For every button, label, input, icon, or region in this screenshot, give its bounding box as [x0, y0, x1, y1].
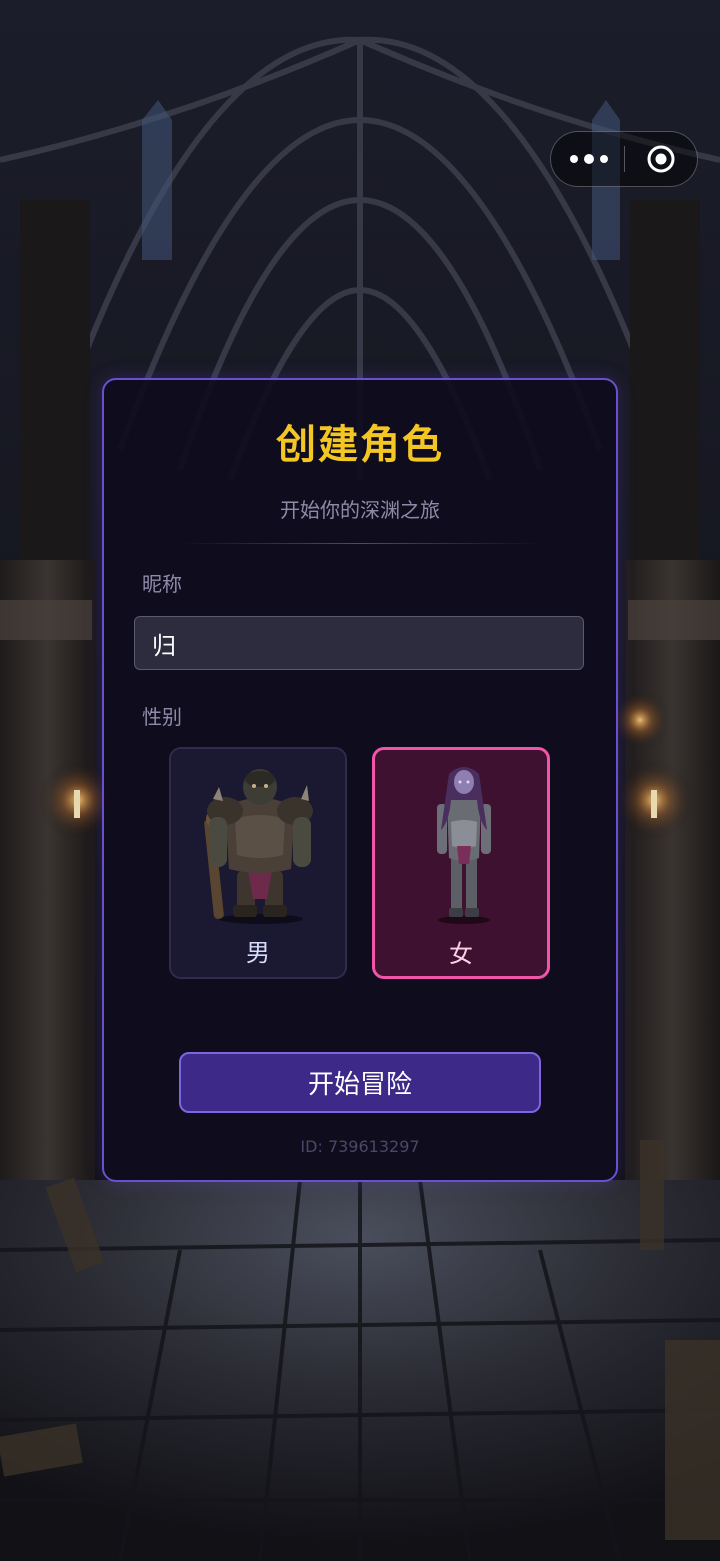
user-id: ID: 739613297: [300, 1137, 420, 1156]
male-warrior-portrait: [204, 769, 313, 924]
title-divider: [180, 543, 540, 544]
page-subtitle: 开始你的深渊之旅: [280, 498, 440, 522]
app-screen: 创建角色 开始你的深渊之旅 昵称 性别: [0, 0, 720, 1561]
gender-option-female[interactable]: 女: [372, 747, 550, 979]
capsule-menu: [550, 131, 698, 187]
more-dots-icon[interactable]: [569, 132, 609, 186]
capsule-divider: [624, 146, 625, 172]
start-adventure-button[interactable]: 开始冒险: [179, 1052, 541, 1113]
page-title: 创建角色: [276, 422, 444, 468]
gender-label: 性别: [142, 705, 182, 729]
gender-option-male[interactable]: 男: [169, 747, 347, 979]
female-warrior-portrait: [437, 767, 491, 924]
gender-label-female: 女: [449, 940, 473, 968]
gender-label-male: 男: [246, 939, 270, 967]
target-close-icon[interactable]: [646, 144, 676, 174]
nickname-input[interactable]: [134, 616, 584, 670]
nickname-label: 昵称: [142, 572, 182, 596]
